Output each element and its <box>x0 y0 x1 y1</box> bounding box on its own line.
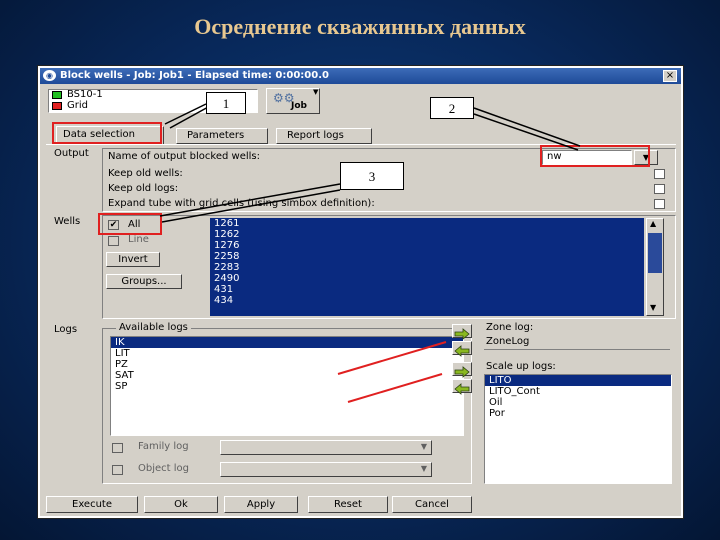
callout-3-line-a <box>159 183 341 217</box>
callout-1: 1 <box>206 92 246 114</box>
callout-3: 3 <box>340 162 404 190</box>
annotation-arrows <box>159 103 581 403</box>
callout-1-line-b <box>169 105 211 129</box>
callout-3-line-b <box>161 189 341 223</box>
callout-2-line-a <box>473 107 581 147</box>
callout-2: 2 <box>430 97 474 119</box>
red-arrow-scale <box>347 373 443 403</box>
callout-2-line-b <box>473 113 579 151</box>
red-arrow-zone <box>337 341 447 375</box>
callout-1-line-a <box>164 103 207 125</box>
